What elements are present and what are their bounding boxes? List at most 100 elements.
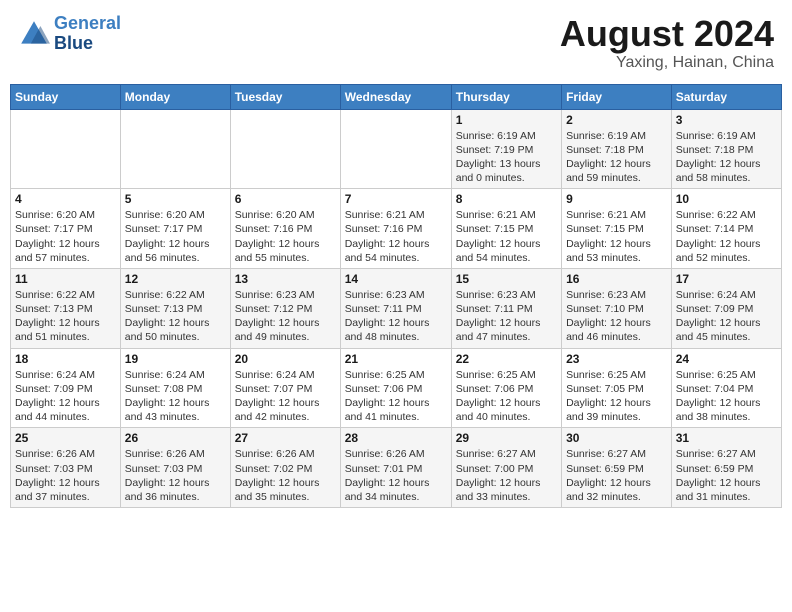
calendar-week-3: 11 Sunrise: 6:22 AMSunset: 7:13 PMDayligh… [11, 268, 782, 348]
day-info: Sunrise: 6:19 AMSunset: 7:19 PMDaylight:… [456, 129, 557, 186]
day-info: Sunrise: 6:23 AMSunset: 7:11 PMDaylight:… [345, 288, 447, 345]
calendar-cell: 26 Sunrise: 6:26 AMSunset: 7:03 PMDayligh… [120, 428, 230, 508]
day-number: 2 [566, 113, 667, 127]
calendar-cell: 13 Sunrise: 6:23 AMSunset: 7:12 PMDayligh… [230, 268, 340, 348]
calendar-cell: 4 Sunrise: 6:20 AMSunset: 7:17 PMDaylight… [11, 189, 121, 269]
day-info: Sunrise: 6:26 AMSunset: 7:02 PMDaylight:… [235, 447, 336, 504]
day-info: Sunrise: 6:21 AMSunset: 7:15 PMDaylight:… [456, 208, 557, 265]
day-number: 14 [345, 272, 447, 286]
day-info: Sunrise: 6:20 AMSunset: 7:16 PMDaylight:… [235, 208, 336, 265]
day-info: Sunrise: 6:27 AMSunset: 7:00 PMDaylight:… [456, 447, 557, 504]
calendar-cell: 6 Sunrise: 6:20 AMSunset: 7:16 PMDaylight… [230, 189, 340, 269]
day-number: 24 [676, 352, 777, 366]
day-number: 1 [456, 113, 557, 127]
day-number: 26 [125, 431, 226, 445]
day-number: 30 [566, 431, 667, 445]
day-info: Sunrise: 6:25 AMSunset: 7:05 PMDaylight:… [566, 368, 667, 425]
day-number: 31 [676, 431, 777, 445]
calendar-week-4: 18Sunrise: 6:24 AMSunset: 7:09 PMDayligh… [11, 348, 782, 428]
weekday-header-monday: Monday [120, 84, 230, 109]
calendar-cell: 20 Sunrise: 6:24 AMSunset: 7:07 PMDayligh… [230, 348, 340, 428]
weekday-header-wednesday: Wednesday [340, 84, 451, 109]
day-info: Sunrise: 6:23 AMSunset: 7:12 PMDaylight:… [235, 288, 336, 345]
day-number: 20 [235, 352, 336, 366]
calendar-cell [340, 109, 451, 189]
calendar-cell: 15 Sunrise: 6:23 AMSunset: 7:11 PMDayligh… [451, 268, 561, 348]
day-number: 22 [456, 352, 557, 366]
calendar-cell: 2 Sunrise: 6:19 AMSunset: 7:18 PMDaylight… [562, 109, 672, 189]
calendar-cell: 18Sunrise: 6:24 AMSunset: 7:09 PMDayligh… [11, 348, 121, 428]
weekday-header-tuesday: Tuesday [230, 84, 340, 109]
day-info: Sunrise: 6:23 AMSunset: 7:11 PMDaylight:… [456, 288, 557, 345]
day-number: 8 [456, 192, 557, 206]
day-info: Sunrise: 6:21 AMSunset: 7:16 PMDaylight:… [345, 208, 447, 265]
calendar-cell: 12 Sunrise: 6:22 AMSunset: 7:13 PMDayligh… [120, 268, 230, 348]
day-info: Sunrise: 6:26 AMSunset: 7:01 PMDaylight:… [345, 447, 447, 504]
calendar-cell: 16 Sunrise: 6:23 AMSunset: 7:10 PMDayligh… [562, 268, 672, 348]
calendar-cell: 9Sunrise: 6:21 AMSunset: 7:15 PMDaylight… [562, 189, 672, 269]
calendar-cell: 22 Sunrise: 6:25 AMSunset: 7:06 PMDayligh… [451, 348, 561, 428]
calendar-cell: 30 Sunrise: 6:27 AMSunset: 6:59 PMDayligh… [562, 428, 672, 508]
day-info: Sunrise: 6:23 AMSunset: 7:10 PMDaylight:… [566, 288, 667, 345]
calendar-cell: 25Sunrise: 6:26 AMSunset: 7:03 PMDayligh… [11, 428, 121, 508]
calendar-cell: 11Sunrise: 6:22 AMSunset: 7:13 PMDayligh… [11, 268, 121, 348]
day-info: Sunrise: 6:20 AMSunset: 7:17 PMDaylight:… [125, 208, 226, 265]
calendar: SundayMondayTuesdayWednesdayThursdayFrid… [10, 84, 782, 508]
calendar-week-2: 4 Sunrise: 6:20 AMSunset: 7:17 PMDaylight… [11, 189, 782, 269]
weekday-header-sunday: Sunday [11, 84, 121, 109]
day-number: 28 [345, 431, 447, 445]
calendar-week-5: 25 Sunrise: 6:26 AMSunset: 7:03 PMDayligh… [11, 428, 782, 508]
day-number: 13 [235, 272, 336, 286]
calendar-cell [120, 109, 230, 189]
day-number: 11 [15, 272, 116, 286]
day-number: 29 [456, 431, 557, 445]
weekday-header-friday: Friday [562, 84, 672, 109]
day-info: Sunrise: 6:26 AMSunset: 7:03 PMDaylight:… [125, 447, 226, 504]
calendar-cell: 10Sunrise: 6:22 AMSunset: 7:14 PMDayligh… [671, 189, 781, 269]
day-info: Sunrise: 6:21 AMSunset: 7:15 PMDaylight:… [566, 208, 667, 265]
calendar-cell: 24Sunrise: 6:25 AMSunset: 7:04 PMDayligh… [671, 348, 781, 428]
calendar-cell: 8 Sunrise: 6:21 AMSunset: 7:15 PMDaylight… [451, 189, 561, 269]
day-number: 23 [566, 352, 667, 366]
weekday-header-thursday: Thursday [451, 84, 561, 109]
day-info: Sunrise: 6:27 AMSunset: 6:59 PMDaylight:… [676, 447, 777, 504]
day-info: Sunrise: 6:22 AMSunset: 7:13 PMDaylight:… [125, 288, 226, 345]
location: Yaxing, Hainan, China [560, 54, 774, 72]
day-info: Sunrise: 6:24 AMSunset: 7:08 PMDaylight:… [125, 368, 226, 425]
logo-icon [18, 18, 50, 50]
logo: GeneralBlue [18, 14, 121, 54]
day-info: Sunrise: 6:22 AMSunset: 7:14 PMDaylight:… [676, 208, 777, 265]
day-number: 6 [235, 192, 336, 206]
calendar-cell: 29 Sunrise: 6:27 AMSunset: 7:00 PMDayligh… [451, 428, 561, 508]
calendar-cell: 31 Sunrise: 6:27 AMSunset: 6:59 PMDayligh… [671, 428, 781, 508]
weekday-header-saturday: Saturday [671, 84, 781, 109]
day-info: Sunrise: 6:27 AMSunset: 6:59 PMDaylight:… [566, 447, 667, 504]
day-number: 27 [235, 431, 336, 445]
calendar-cell: 14 Sunrise: 6:23 AMSunset: 7:11 PMDayligh… [340, 268, 451, 348]
calendar-week-1: 1 Sunrise: 6:19 AMSunset: 7:19 PMDaylight… [11, 109, 782, 189]
day-info: Sunrise: 6:25 AMSunset: 7:06 PMDaylight:… [456, 368, 557, 425]
calendar-cell [11, 109, 121, 189]
month-title: August 2024 [560, 14, 774, 54]
day-info: Sunrise: 6:19 AMSunset: 7:18 PMDaylight:… [566, 129, 667, 186]
day-number: 7 [345, 192, 447, 206]
day-number: 16 [566, 272, 667, 286]
day-number: 12 [125, 272, 226, 286]
calendar-body: 1 Sunrise: 6:19 AMSunset: 7:19 PMDaylight… [11, 109, 782, 507]
day-number: 21 [345, 352, 447, 366]
day-number: 19 [125, 352, 226, 366]
calendar-header: SundayMondayTuesdayWednesdayThursdayFrid… [11, 84, 782, 109]
day-number: 15 [456, 272, 557, 286]
day-info: Sunrise: 6:25 AMSunset: 7:06 PMDaylight:… [345, 368, 447, 425]
calendar-cell: 23 Sunrise: 6:25 AMSunset: 7:05 PMDayligh… [562, 348, 672, 428]
day-info: Sunrise: 6:24 AMSunset: 7:09 PMDaylight:… [676, 288, 777, 345]
day-number: 17 [676, 272, 777, 286]
day-info: Sunrise: 6:24 AMSunset: 7:07 PMDaylight:… [235, 368, 336, 425]
day-number: 18 [15, 352, 116, 366]
page-header: GeneralBlue August 2024 Yaxing, Hainan, … [10, 10, 782, 76]
day-number: 5 [125, 192, 226, 206]
day-number: 4 [15, 192, 116, 206]
calendar-cell: 17 Sunrise: 6:24 AMSunset: 7:09 PMDayligh… [671, 268, 781, 348]
day-info: Sunrise: 6:20 AMSunset: 7:17 PMDaylight:… [15, 208, 116, 265]
day-number: 25 [15, 431, 116, 445]
